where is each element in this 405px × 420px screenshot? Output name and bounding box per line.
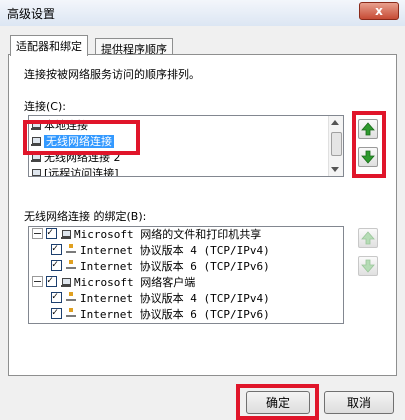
title-bar: 高级设置 x bbox=[0, 0, 405, 26]
protocol-icon bbox=[66, 260, 76, 269]
protocol-icon bbox=[66, 244, 76, 253]
checkbox[interactable] bbox=[51, 305, 62, 321]
binding-label: Microsoft 网络客户端 bbox=[74, 276, 196, 289]
scroll-down-icon[interactable] bbox=[331, 167, 339, 172]
binding-move-up-button[interactable] bbox=[358, 228, 378, 248]
client-icon bbox=[61, 278, 71, 287]
arrow-down-icon bbox=[361, 259, 375, 273]
close-button[interactable]: x bbox=[359, 2, 399, 20]
cancel-label: 取消 bbox=[346, 396, 371, 410]
checkbox[interactable] bbox=[46, 227, 57, 241]
binding-label: Microsoft 网络的文件和打印机共享 bbox=[74, 228, 262, 241]
checkbox[interactable] bbox=[51, 289, 62, 305]
description-text: 连接按被网络服务访问的顺序排列。 bbox=[24, 68, 200, 81]
binding-item-ipv4[interactable]: Internet 协议版本 4 (TCP/IPv4) bbox=[51, 241, 270, 259]
collapse-icon[interactable] bbox=[32, 228, 43, 239]
network-adapter-icon bbox=[31, 169, 41, 176]
bindings-tree[interactable]: Microsoft 网络的文件和打印机共享 Internet 协议版本 4 (T… bbox=[28, 226, 344, 324]
connections-label: 连接(C): bbox=[24, 100, 66, 113]
binding-item-ipv6[interactable]: Internet 协议版本 6 (TCP/IPv6) bbox=[51, 305, 270, 323]
tab-label: 适配器和绑定 bbox=[16, 40, 82, 53]
checkbox[interactable] bbox=[46, 273, 57, 289]
bindings-label: 无线网络连接 的绑定(B): bbox=[24, 210, 147, 223]
binding-label: Internet 协议版本 4 (TCP/IPv4) bbox=[80, 292, 270, 305]
binding-item-ipv6[interactable]: Internet 协议版本 6 (TCP/IPv6) bbox=[51, 257, 270, 275]
binding-item-file-printer-sharing[interactable]: Microsoft 网络的文件和打印机共享 bbox=[32, 227, 261, 243]
tab-adapters-bindings[interactable]: 适配器和绑定 bbox=[10, 35, 88, 56]
binding-label: Internet 协议版本 4 (TCP/IPv4) bbox=[80, 244, 270, 257]
cancel-button[interactable]: 取消 bbox=[324, 391, 394, 414]
arrow-up-icon bbox=[361, 231, 375, 245]
connection-label: [远程访问连接] bbox=[44, 167, 119, 177]
connections-scrollbar[interactable] bbox=[328, 116, 343, 176]
checkbox[interactable] bbox=[51, 257, 62, 273]
binding-label: Internet 协议版本 6 (TCP/IPv6) bbox=[80, 260, 270, 273]
binding-label: Internet 协议版本 6 (TCP/IPv6) bbox=[80, 308, 270, 321]
binding-item-ipv4[interactable]: Internet 协议版本 4 (TCP/IPv4) bbox=[51, 289, 270, 307]
scroll-up-icon[interactable] bbox=[331, 120, 339, 125]
highlight-box-order-buttons bbox=[352, 111, 386, 178]
checkbox[interactable] bbox=[51, 241, 62, 257]
close-icon: x bbox=[375, 4, 383, 18]
highlight-box-ok-button bbox=[236, 384, 319, 420]
highlight-box-selected-connection bbox=[23, 120, 140, 155]
protocol-icon bbox=[66, 292, 76, 301]
protocol-icon bbox=[66, 308, 76, 317]
binding-move-down-button[interactable] bbox=[358, 256, 378, 276]
service-icon bbox=[61, 230, 71, 239]
window-title: 高级设置 bbox=[7, 7, 56, 21]
scroll-thumb[interactable] bbox=[331, 132, 342, 156]
connection-item-remote-access[interactable]: [远程访问连接] bbox=[31, 166, 119, 177]
collapse-icon[interactable] bbox=[32, 276, 43, 287]
